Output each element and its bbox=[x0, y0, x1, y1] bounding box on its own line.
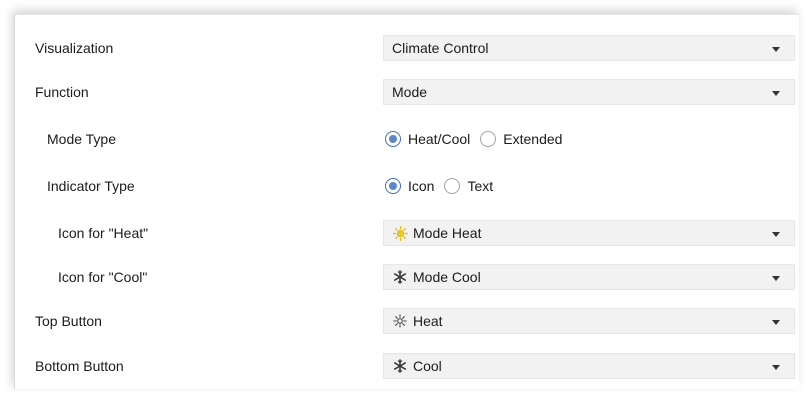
icon-for-heat-dropdown[interactable]: Mode Heat bbox=[383, 220, 795, 246]
radio-indicator bbox=[444, 178, 461, 194]
row-indicator-type: Indicator Type Icon Text bbox=[15, 171, 799, 201]
visualization-label: Visualization bbox=[35, 40, 114, 56]
row-icon-for-cool: Icon for "Cool" Mode Cool bbox=[15, 262, 799, 292]
bottom-button-value: Cool bbox=[413, 358, 442, 374]
bottom-button-dropdown[interactable]: Cool bbox=[383, 353, 795, 379]
radio-indicator bbox=[480, 131, 497, 147]
radio-icon[interactable]: Icon bbox=[385, 178, 434, 194]
radio-label: Text bbox=[467, 178, 494, 194]
chevron-down-icon bbox=[772, 91, 780, 96]
radio-indicator bbox=[385, 131, 401, 147]
function-value: Mode bbox=[392, 84, 428, 100]
icon-for-cool-dropdown[interactable]: Mode Cool bbox=[383, 264, 795, 290]
row-icon-for-heat: Icon for "Heat" Mode Heat bbox=[15, 218, 799, 248]
visualization-value: Climate Control bbox=[392, 40, 489, 56]
icon-for-cool-value: Mode Cool bbox=[413, 269, 481, 285]
row-function: Function Mode bbox=[15, 77, 799, 107]
radio-indicator bbox=[385, 178, 401, 194]
radio-label: Extended bbox=[503, 131, 563, 147]
bottom-button-label: Bottom Button bbox=[35, 358, 124, 374]
radio-text[interactable]: Text bbox=[444, 178, 493, 194]
icon-for-heat-value: Mode Heat bbox=[413, 225, 482, 241]
radio-label: Icon bbox=[408, 178, 435, 194]
chevron-down-icon bbox=[772, 276, 780, 281]
row-mode-type: Mode Type Heat/Cool Extended bbox=[15, 124, 799, 154]
indicator-type-radio-group: Icon Text bbox=[385, 171, 503, 201]
snowflake-icon bbox=[392, 270, 408, 284]
chevron-down-icon bbox=[772, 232, 780, 237]
row-top-button: Top Button Heat bbox=[15, 306, 799, 336]
chevron-down-icon bbox=[772, 320, 780, 325]
sun-icon bbox=[392, 225, 408, 241]
snowflake-icon bbox=[392, 359, 408, 373]
function-dropdown[interactable]: Mode bbox=[383, 79, 795, 105]
indicator-type-label: Indicator Type bbox=[47, 178, 135, 194]
parameters-panel: Visualization Climate Control Function M… bbox=[14, 14, 799, 389]
mode-type-label: Mode Type bbox=[47, 131, 117, 147]
top-button-dropdown[interactable]: Heat bbox=[383, 308, 795, 334]
icon-for-cool-label: Icon for "Cool" bbox=[58, 269, 148, 285]
radio-extended[interactable]: Extended bbox=[480, 131, 562, 147]
radio-heat-cool[interactable]: Heat/Cool bbox=[385, 131, 470, 147]
top-button-label: Top Button bbox=[35, 313, 102, 329]
radio-label: Heat/Cool bbox=[408, 131, 471, 147]
icon-for-heat-label: Icon for "Heat" bbox=[58, 225, 149, 241]
chevron-down-icon bbox=[772, 365, 780, 370]
function-label: Function bbox=[35, 84, 89, 100]
heat-icon bbox=[392, 314, 408, 328]
mode-type-radio-group: Heat/Cool Extended bbox=[385, 124, 572, 154]
row-bottom-button: Bottom Button Cool bbox=[15, 351, 799, 381]
visualization-dropdown[interactable]: Climate Control bbox=[383, 35, 795, 61]
chevron-down-icon bbox=[772, 47, 780, 52]
top-button-value: Heat bbox=[413, 313, 443, 329]
row-visualization: Visualization Climate Control bbox=[15, 33, 799, 63]
